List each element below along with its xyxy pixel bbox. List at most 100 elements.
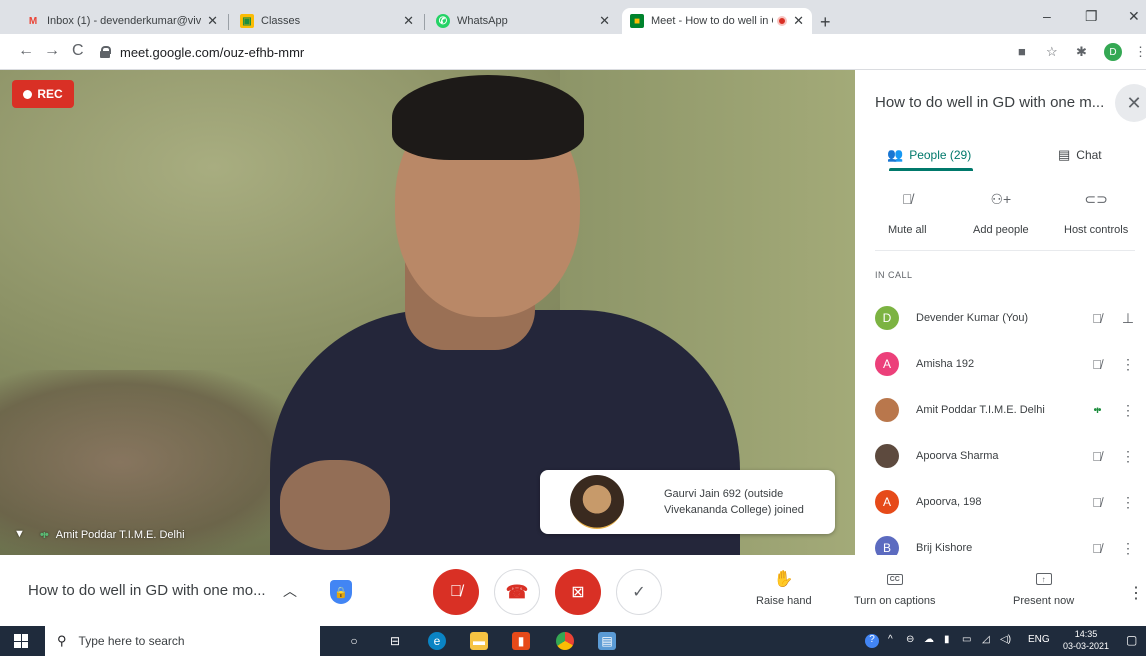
participant-row[interactable]: B Brij Kishore 🎙̸ ⋮: [875, 532, 1139, 555]
chat-icon: ▤: [1058, 147, 1071, 162]
help-icon[interactable]: ?: [865, 634, 879, 648]
camera-toggle-button[interactable]: ⊠: [555, 569, 601, 615]
tab-chat[interactable]: ▤ Chat: [1058, 138, 1102, 172]
close-icon[interactable]: ✕: [207, 13, 218, 29]
tab-people[interactable]: 👥 People (29): [887, 138, 971, 172]
mute-all-button[interactable]: 🎙̸ Mute all: [888, 188, 927, 236]
restore-icon[interactable]: ❐: [1085, 8, 1098, 25]
mic-off-icon: 🎙̸: [1092, 494, 1102, 510]
notification-icon[interactable]: ▢: [1126, 633, 1137, 647]
more-options-icon[interactable]: ⋮: [1117, 356, 1139, 373]
captions-button[interactable]: CC Turn on captions: [854, 567, 936, 607]
tab-title: Meet - How to do well in GD: [651, 15, 773, 27]
tab-chat-label: Chat: [1076, 148, 1102, 162]
recording-indicator-icon: [777, 16, 788, 26]
participant-row[interactable]: Amit Poddar T.I.M.E. Delhi •ı• ⋮: [875, 394, 1139, 426]
close-panel-button[interactable]: ✕: [1115, 84, 1146, 122]
forward-icon[interactable]: →: [44, 42, 60, 60]
close-icon[interactable]: ✕: [599, 13, 610, 29]
more-options-icon[interactable]: ⋮: [1128, 583, 1144, 603]
captions-icon: CC: [886, 567, 903, 591]
raise-hand-label: Raise hand: [756, 595, 812, 607]
chevron-up-icon[interactable]: ︿: [283, 581, 297, 601]
back-icon[interactable]: ←: [18, 42, 34, 60]
camera-icon[interactable]: ■: [1018, 44, 1026, 59]
search-icon: ⚲: [57, 633, 67, 648]
meeting-title[interactable]: How to do well in GD with one mo...: [28, 582, 266, 599]
star-icon[interactable]: ☆: [1046, 44, 1058, 60]
raise-hand-button[interactable]: ✋ Raise hand: [756, 567, 812, 607]
windows-taskbar: ⚲ Type here to search ○ ⊟ e ▬ ▮ ▤ ? ^ ⊖ …: [0, 626, 1146, 656]
notepad-icon[interactable]: ▤: [598, 632, 616, 650]
pin-icon[interactable]: ▼: [14, 528, 26, 542]
leave-call-button[interactable]: ☎: [494, 569, 540, 615]
tab-whatsapp[interactable]: ✆ WhatsApp ✕: [428, 8, 618, 34]
participant-name: Brij Kishore: [916, 542, 973, 554]
tab-meet[interactable]: ■ Meet - How to do well in GD ✕: [622, 8, 812, 34]
participant-row[interactable]: D Devender Kumar (You) 🎙̸ ⊥: [875, 302, 1139, 334]
battery-icon[interactable]: ▭: [962, 634, 971, 645]
participant-row[interactable]: A Amisha 192 🎙̸ ⋮: [875, 348, 1139, 380]
tab-gmail[interactable]: M Inbox (1) - devenderkumar@vive ✕: [18, 8, 226, 34]
more-options-icon[interactable]: ⋮: [1117, 540, 1139, 556]
office-icon[interactable]: ▮: [512, 632, 530, 650]
present-icon: ↑: [1035, 567, 1052, 591]
mic-off-icon: 🎙̸: [450, 583, 462, 600]
taskbar-clock[interactable]: 14:35 03-03-2021: [1063, 628, 1109, 652]
mute-all-label: Mute all: [888, 224, 927, 236]
tab-people-label: People (29): [909, 148, 972, 162]
chrome-icon[interactable]: [556, 632, 574, 650]
file-explorer-icon[interactable]: ▬: [470, 632, 488, 650]
mic-icon[interactable]: ▮: [944, 634, 950, 645]
add-person-icon: ⚇+: [990, 190, 1012, 207]
more-options-icon[interactable]: ⋮: [1117, 402, 1139, 419]
task-view-icon[interactable]: ⊟: [386, 632, 404, 650]
taskbar-search[interactable]: ⚲ Type here to search: [45, 626, 320, 656]
speaker-name-tag: ▼ •ı• Amit Poddar T.I.M.E. Delhi: [14, 528, 185, 542]
host-controls-button[interactable]: ⊂⊃ Host controls: [1064, 188, 1128, 237]
extensions-icon[interactable]: ✱: [1076, 44, 1087, 60]
menu-icon[interactable]: ⋮: [1134, 44, 1146, 60]
meet-icon: ■: [630, 14, 644, 28]
close-icon[interactable]: ✕: [793, 13, 804, 29]
add-people-label: Add people: [973, 224, 1029, 236]
gmail-icon: M: [28, 15, 38, 27]
checkmark-button[interactable]: ✓: [616, 569, 662, 615]
more-options-icon[interactable]: ⋮: [1117, 448, 1139, 465]
more-options-icon[interactable]: ⋮: [1117, 494, 1139, 511]
windows-start-icon[interactable]: [14, 634, 28, 648]
shield-icon[interactable]: 🔒: [330, 580, 352, 604]
participant-name: Amit Poddar T.I.M.E. Delhi: [916, 404, 1045, 416]
window-close-icon[interactable]: ✕: [1128, 8, 1140, 25]
avatar: [875, 444, 899, 468]
lock-icon: [100, 46, 111, 58]
in-call-heading: IN CALL: [875, 270, 913, 280]
recording-badge: REC: [12, 80, 74, 108]
hand-icon: ✋: [773, 571, 794, 588]
close-icon[interactable]: ✕: [403, 13, 414, 29]
participant-row[interactable]: Apoorva Sharma 🎙̸ ⋮: [875, 440, 1139, 472]
join-notification: Gaurvi Jain 692 (outside Vivekananda Col…: [540, 470, 835, 534]
present-now-button[interactable]: ↑ Present now: [1013, 567, 1074, 607]
mic-toggle-button[interactable]: 🎙̸: [433, 569, 479, 615]
cloud-icon[interactable]: ☁: [924, 634, 934, 645]
avatar: [570, 475, 624, 529]
language-indicator[interactable]: ENG: [1028, 634, 1050, 645]
usb-icon[interactable]: ⊖: [906, 634, 914, 645]
pin-icon[interactable]: ⊥: [1117, 310, 1139, 327]
edge-icon[interactable]: e: [428, 632, 446, 650]
mic-off-icon: 🎙̸: [1092, 448, 1102, 464]
profile-avatar[interactable]: D: [1104, 43, 1122, 61]
volume-icon[interactable]: ◁): [1000, 634, 1011, 645]
whatsapp-icon: ✆: [436, 14, 450, 28]
wifi-icon[interactable]: ◿: [982, 634, 990, 645]
participant-row[interactable]: A Apoorva, 198 🎙̸ ⋮: [875, 486, 1139, 518]
reload-icon[interactable]: C: [72, 42, 84, 60]
cortana-icon[interactable]: ○: [345, 632, 363, 650]
chevron-up-icon[interactable]: ^: [888, 634, 893, 645]
address-bar[interactable]: meet.google.com/ouz-efhb-mmr: [100, 40, 1000, 64]
new-tab-button[interactable]: +: [820, 12, 831, 33]
tab-classes[interactable]: ▣ Classes ✕: [232, 8, 422, 34]
add-people-button[interactable]: ⚇+ Add people: [973, 188, 1029, 237]
minimize-icon[interactable]: –: [1043, 8, 1051, 24]
